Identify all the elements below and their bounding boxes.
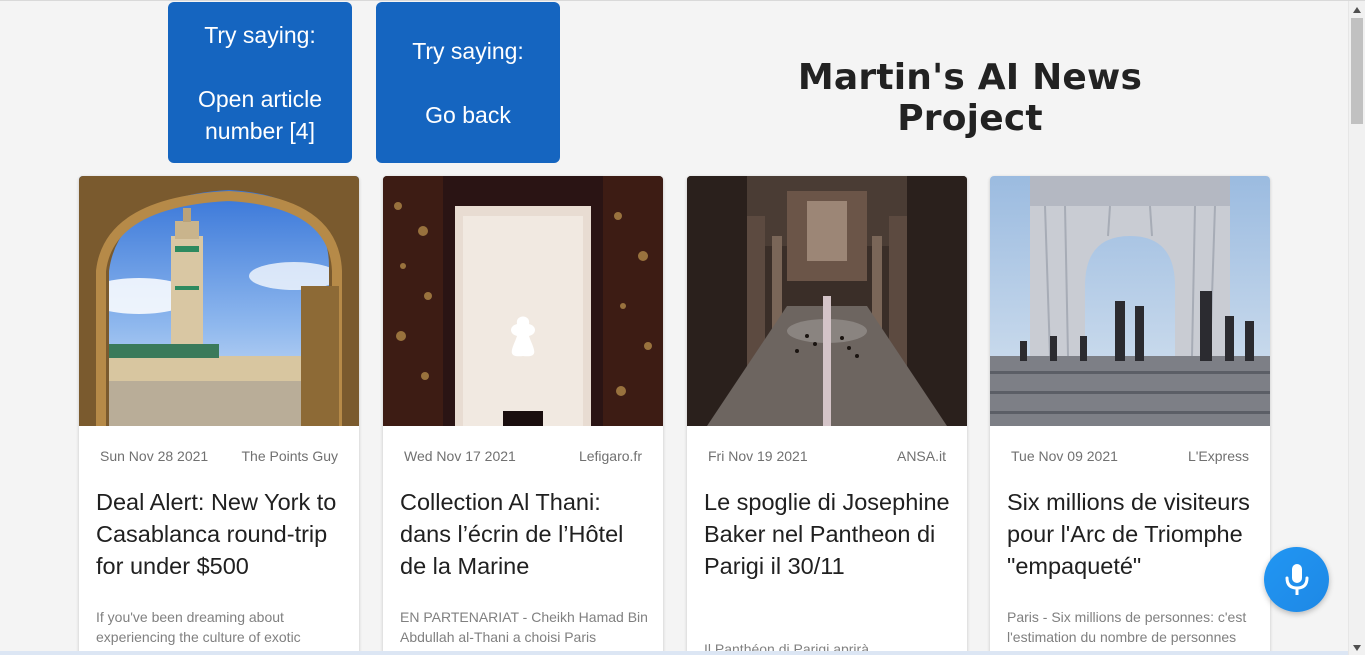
article-title[interactable]: Deal Alert: New York to Casablanca round… [96,486,349,582]
casablanca-mosque-photo [79,176,359,426]
article-date: Sun Nov 28 2021 [100,448,209,464]
scrollbar-thumb[interactable] [1351,18,1363,124]
news-card[interactable]: Fri Nov 19 2021 ANSA.it Le spoglie di Jo… [687,176,967,655]
arc-de-triomphe-wrapped-photo [990,176,1270,426]
article-source: The Points Guy [241,448,339,464]
page-title: Martin's AI News Project [797,57,1143,139]
article-description: If you've been dreaming about experienci… [96,609,301,645]
news-card[interactable]: Wed Nov 17 2021 Lefigaro.fr Collection A… [383,176,663,655]
hint-command: Open article number [4] [197,85,322,144]
vertical-scrollbar[interactable] [1348,1,1365,655]
museum-sculpture-photo [383,176,663,426]
microphone-button[interactable] [1264,547,1329,612]
article-title[interactable]: Collection Al Thani: dans l’écrin de l’H… [400,486,653,582]
microphone-icon [1285,563,1308,595]
hint-label: Try saying: [412,37,524,64]
hint-label: Try saying: [204,21,316,48]
article-source: ANSA.it [896,448,946,464]
article-source: Lefigaro.fr [578,448,642,464]
article-description: EN PARTENARIAT - Cheikh Hamad Bin Abdull… [400,609,648,645]
scroll-down-arrow-icon[interactable] [1349,639,1365,655]
app-viewport: Try saying: Open article number [4] Try … [0,0,1365,655]
pantheon-interior-photo [687,176,967,426]
article-meta: Sun Nov 28 2021 The Points Guy [96,448,342,464]
article-date: Wed Nov 17 2021 [404,448,516,464]
article-date: Fri Nov 19 2021 [708,448,808,464]
article-meta: Fri Nov 19 2021 ANSA.it [704,448,950,464]
scroll-up-arrow-icon[interactable] [1349,1,1365,18]
article-source: L'Express [1187,448,1249,464]
news-card[interactable]: Sun Nov 28 2021 The Points Guy Deal Aler… [79,176,359,655]
article-title[interactable]: Six millions de visiteurs pour l'Arc de … [1007,486,1260,582]
voice-hint-go-back: Try saying: Go back [376,2,560,163]
article-meta: Tue Nov 09 2021 L'Express [1007,448,1253,464]
voice-hint-open-article: Try saying: Open article number [4] [168,2,352,163]
news-card[interactable]: Tue Nov 09 2021 L'Express Six millions d… [990,176,1270,655]
article-date: Tue Nov 09 2021 [1011,448,1118,464]
bottom-edge [0,651,1348,655]
article-meta: Wed Nov 17 2021 Lefigaro.fr [400,448,646,464]
hint-command: Go back [425,101,511,128]
article-title[interactable]: Le spoglie di Josephine Baker nel Panthe… [704,486,957,582]
article-description: Paris - Six millions de personnes: c'est… [1007,609,1247,645]
